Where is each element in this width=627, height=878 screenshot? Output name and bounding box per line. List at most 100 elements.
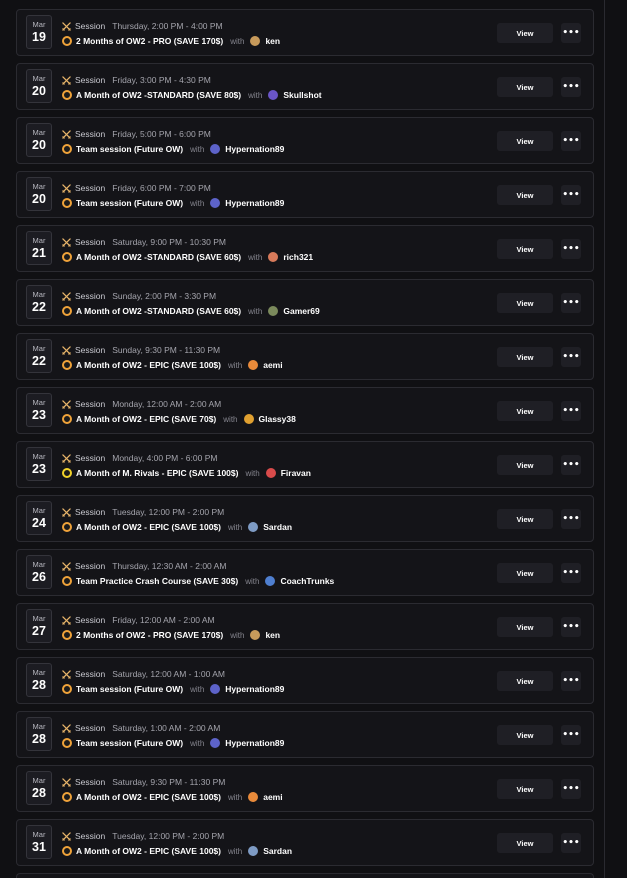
view-button[interactable]: View xyxy=(497,509,553,529)
view-button[interactable]: View xyxy=(497,77,553,97)
coach-name[interactable]: aemi xyxy=(263,792,282,802)
crossed-swords-icon xyxy=(62,75,71,85)
more-options-button[interactable]: ••• xyxy=(561,671,581,691)
view-button[interactable]: View xyxy=(497,185,553,205)
date-badge: Mar 23 xyxy=(26,447,52,481)
date-day: 20 xyxy=(32,192,46,206)
date-badge: Mar 22 xyxy=(26,339,52,373)
view-button[interactable]: View xyxy=(497,131,553,151)
more-options-button[interactable]: ••• xyxy=(561,77,581,97)
session-details: A Month of OW2 - EPIC (SAVE 100$) with a… xyxy=(62,791,283,803)
view-button[interactable]: View xyxy=(497,563,553,583)
view-button[interactable]: View xyxy=(497,23,553,43)
date-month: Mar xyxy=(32,452,46,461)
view-button[interactable]: View xyxy=(497,833,553,853)
session-time: Tuesday, 12:00 PM - 2:00 PM xyxy=(112,831,225,841)
session-meta: Session Saturday, 1:00 AM - 2:00 AM xyxy=(62,722,220,734)
session-details: Team session (Future OW) with Hypernatio… xyxy=(62,143,284,155)
product-name: A Month of OW2 - EPIC (SAVE 100$) xyxy=(76,846,221,856)
date-day: 22 xyxy=(32,354,46,368)
view-button[interactable]: View xyxy=(497,779,553,799)
more-options-button[interactable]: ••• xyxy=(561,347,581,367)
coach-name[interactable]: Firavan xyxy=(281,468,311,478)
date-day: 24 xyxy=(32,516,46,530)
more-options-button[interactable]: ••• xyxy=(561,401,581,421)
session-time: Monday, 12:00 AM - 2:00 AM xyxy=(112,399,222,409)
date-month: Mar xyxy=(32,722,46,731)
more-options-button[interactable]: ••• xyxy=(561,455,581,475)
session-card-partial xyxy=(16,873,594,878)
session-meta: Session Sunday, 2:00 PM - 3:30 PM xyxy=(62,290,216,302)
date-day: 20 xyxy=(32,84,46,98)
view-button[interactable]: View xyxy=(497,293,553,313)
more-options-button[interactable]: ••• xyxy=(561,293,581,313)
date-day: 19 xyxy=(32,30,46,44)
more-options-button[interactable]: ••• xyxy=(561,725,581,745)
view-button[interactable]: View xyxy=(497,671,553,691)
ow2-logo-icon xyxy=(62,306,72,316)
crossed-swords-icon xyxy=(62,237,71,247)
coach-name[interactable]: Hypernation89 xyxy=(225,684,284,694)
coach-name[interactable]: Sardan xyxy=(263,846,292,856)
view-button[interactable]: View xyxy=(497,401,553,421)
coach-name[interactable]: Gamer69 xyxy=(283,306,319,316)
more-options-button[interactable]: ••• xyxy=(561,239,581,259)
session-type-label: Session xyxy=(75,237,106,247)
ow2-logo-icon xyxy=(62,252,72,262)
more-options-button[interactable]: ••• xyxy=(561,185,581,205)
session-meta: Session Friday, 6:00 PM - 7:00 PM xyxy=(62,182,211,194)
more-options-button[interactable]: ••• xyxy=(561,131,581,151)
view-button[interactable]: View xyxy=(497,239,553,259)
more-options-button[interactable]: ••• xyxy=(561,509,581,529)
coach-avatar xyxy=(268,90,279,100)
session-time: Sunday, 2:00 PM - 3:30 PM xyxy=(112,291,217,301)
crossed-swords-icon xyxy=(62,777,71,787)
coach-name[interactable]: Sardan xyxy=(263,522,292,532)
product-name: A Month of OW2 -STANDARD (SAVE 60$) xyxy=(76,306,242,316)
coach-name[interactable]: rich321 xyxy=(283,252,313,262)
session-details: Team session (Future OW) with Hypernatio… xyxy=(62,683,284,695)
coach-avatar xyxy=(210,198,221,208)
session-card: Mar 22 Session Sunday, 9:30 PM - 11:30 P… xyxy=(16,333,594,380)
session-type-label: Session xyxy=(75,669,106,679)
coach-name[interactable]: Hypernation89 xyxy=(225,144,284,154)
date-month: Mar xyxy=(32,290,46,299)
more-options-button[interactable]: ••• xyxy=(561,23,581,43)
coach-avatar xyxy=(210,684,221,694)
with-label: with xyxy=(223,414,238,424)
coach-name[interactable]: Hypernation89 xyxy=(225,198,284,208)
session-card: Mar 23 Session Monday, 4:00 PM - 6:00 PM… xyxy=(16,441,594,488)
more-options-button[interactable]: ••• xyxy=(561,833,581,853)
session-time: Friday, 3:00 PM - 4:30 PM xyxy=(112,75,211,85)
session-time: Saturday, 9:30 PM - 11:30 PM xyxy=(112,777,226,787)
date-month: Mar xyxy=(32,668,46,677)
session-card: Mar 21 Session Saturday, 9:00 PM - 10:30… xyxy=(16,225,594,272)
view-button[interactable]: View xyxy=(497,617,553,637)
date-day: 28 xyxy=(32,732,46,746)
coach-name[interactable]: Skullshot xyxy=(283,90,321,100)
coach-name[interactable]: Glassy38 xyxy=(259,414,296,424)
more-options-button[interactable]: ••• xyxy=(561,617,581,637)
view-button[interactable]: View xyxy=(497,725,553,745)
session-list: Mar 19 Session Thursday, 2:00 PM - 4:00 … xyxy=(16,9,594,878)
with-label: with xyxy=(227,846,243,856)
view-button[interactable]: View xyxy=(497,455,553,475)
date-badge: Mar 31 xyxy=(26,825,52,859)
coach-name[interactable]: Hypernation89 xyxy=(225,738,284,748)
view-button[interactable]: View xyxy=(497,347,553,367)
product-name: Team Practice Crash Course (SAVE 30$) xyxy=(76,576,239,586)
coach-avatar xyxy=(248,846,259,856)
more-options-button[interactable]: ••• xyxy=(561,779,581,799)
scrollbar-track[interactable] xyxy=(604,0,605,878)
more-options-button[interactable]: ••• xyxy=(561,563,581,583)
date-month: Mar xyxy=(32,776,46,785)
session-list-scroll-area[interactable]: Mar 19 Session Thursday, 2:00 PM - 4:00 … xyxy=(0,0,627,878)
with-label: with xyxy=(248,306,263,316)
coach-name[interactable]: CoachTrunks xyxy=(280,576,334,586)
session-card: Mar 28 Session Saturday, 12:00 AM - 1:00… xyxy=(16,657,594,704)
session-card: Mar 27 Session Friday, 12:00 AM - 2:00 A… xyxy=(16,603,594,650)
coach-name[interactable]: ken xyxy=(265,36,280,46)
session-details: A Month of OW2 - EPIC (SAVE 100$) with a… xyxy=(62,359,283,371)
coach-name[interactable]: aemi xyxy=(263,360,282,370)
coach-name[interactable]: ken xyxy=(265,630,280,640)
